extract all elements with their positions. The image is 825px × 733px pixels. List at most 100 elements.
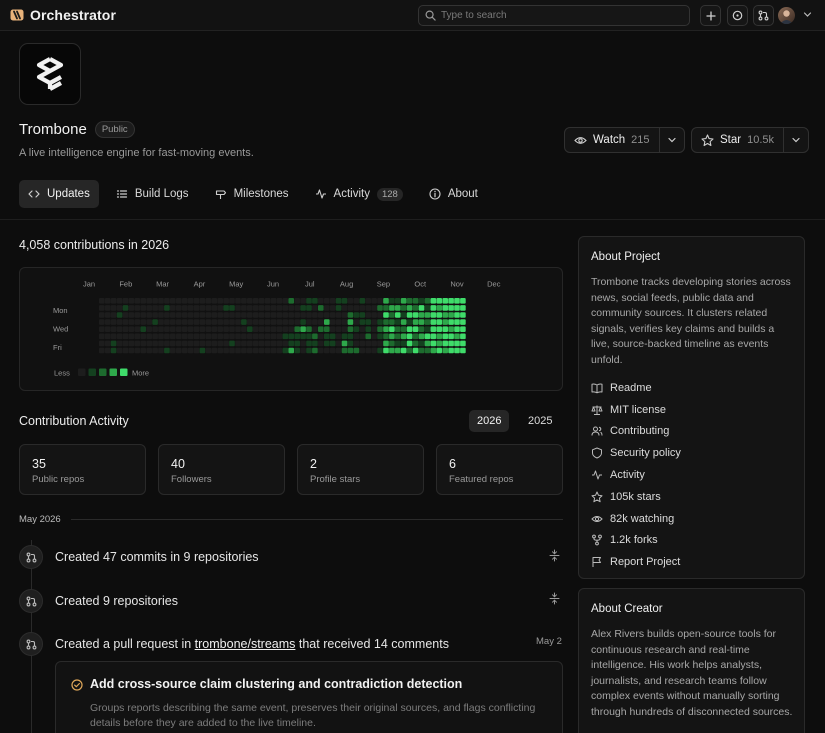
heatmap-cell[interactable] bbox=[324, 333, 330, 340]
heatmap-cell[interactable] bbox=[217, 326, 223, 332]
heatmap-cell[interactable] bbox=[371, 326, 377, 332]
heatmap-cell[interactable] bbox=[335, 305, 342, 311]
heatmap-cell[interactable] bbox=[430, 326, 437, 332]
heatmap-cell[interactable] bbox=[199, 312, 206, 318]
heatmap-cell[interactable] bbox=[193, 333, 200, 340]
heatmap-cell[interactable] bbox=[341, 312, 348, 318]
heatmap-cell[interactable] bbox=[442, 298, 448, 304]
heatmap-cell[interactable] bbox=[324, 312, 330, 318]
contributing-link[interactable]: Contributing bbox=[591, 421, 681, 443]
heatmap-cell[interactable] bbox=[400, 298, 407, 304]
heatmap-cell[interactable] bbox=[353, 340, 360, 347]
heatmap-cell[interactable] bbox=[329, 305, 336, 311]
heatmap-cell[interactable] bbox=[395, 305, 401, 311]
heatmap-cell[interactable] bbox=[152, 333, 158, 340]
heatmap-cell[interactable] bbox=[110, 312, 117, 318]
heatmap-cell[interactable] bbox=[347, 333, 354, 340]
heatmap-cell[interactable] bbox=[229, 333, 235, 340]
heatmap-cell[interactable] bbox=[247, 312, 253, 318]
heatmap-cell[interactable] bbox=[353, 326, 360, 332]
heatmap-cell[interactable] bbox=[418, 326, 425, 332]
stat-card-public-repos[interactable]: 35 Public repos bbox=[19, 444, 146, 495]
heatmap-cell[interactable] bbox=[211, 340, 218, 347]
heatmap-cell[interactable] bbox=[383, 326, 389, 332]
year-2026-button[interactable]: 2026 bbox=[469, 410, 510, 432]
pull-requests-button[interactable] bbox=[753, 5, 774, 26]
heatmap-cell[interactable] bbox=[418, 305, 425, 311]
heatmap-cell[interactable] bbox=[312, 319, 318, 325]
heatmap-cell[interactable] bbox=[294, 298, 300, 304]
heatmap-cell[interactable] bbox=[258, 333, 265, 340]
heatmap-cell[interactable] bbox=[99, 305, 105, 311]
heatmap-cell[interactable] bbox=[442, 347, 448, 354]
heatmap-cell[interactable] bbox=[282, 333, 289, 340]
heatmap-cell[interactable] bbox=[128, 298, 135, 304]
heatmap-cell[interactable] bbox=[217, 319, 223, 325]
heatmap-cell[interactable] bbox=[110, 298, 117, 304]
forks-link[interactable]: 1.2k forks bbox=[591, 530, 681, 552]
heatmap-cell[interactable] bbox=[104, 340, 111, 347]
heatmap-cell[interactable] bbox=[418, 347, 425, 354]
heatmap-cell[interactable] bbox=[187, 312, 194, 318]
heatmap-cell[interactable] bbox=[252, 326, 259, 332]
heatmap-cell[interactable] bbox=[217, 298, 223, 304]
heatmap-cell[interactable] bbox=[241, 312, 247, 318]
heatmap-cell[interactable] bbox=[395, 312, 401, 318]
heatmap-cell[interactable] bbox=[300, 326, 306, 332]
heatmap-cell[interactable] bbox=[199, 319, 206, 325]
heatmap-cell[interactable] bbox=[365, 312, 371, 318]
heatmap-cell[interactable] bbox=[454, 347, 460, 354]
heatmap-cell[interactable] bbox=[288, 347, 294, 354]
heatmap-cell[interactable] bbox=[146, 326, 152, 332]
heatmap-cell[interactable] bbox=[282, 340, 289, 347]
heatmap-cell[interactable] bbox=[276, 312, 283, 318]
heatmap-cell[interactable] bbox=[158, 312, 164, 318]
heatmap-cell[interactable] bbox=[193, 319, 200, 325]
heatmap-cell[interactable] bbox=[187, 319, 194, 325]
heatmap-cell[interactable] bbox=[412, 298, 419, 304]
heatmap-cell[interactable] bbox=[454, 298, 460, 304]
heatmap-cell[interactable] bbox=[181, 312, 188, 318]
heatmap-cell[interactable] bbox=[229, 319, 235, 325]
heatmap-cell[interactable] bbox=[152, 347, 158, 354]
heatmap-cell[interactable] bbox=[158, 333, 164, 340]
heatmap-cell[interactable] bbox=[436, 326, 442, 332]
heatmap-cell[interactable] bbox=[418, 298, 425, 304]
user-avatar[interactable] bbox=[778, 7, 795, 24]
heatmap-cell[interactable] bbox=[412, 333, 419, 340]
heatmap-cell[interactable] bbox=[282, 312, 289, 318]
heatmap-cell[interactable] bbox=[99, 340, 105, 347]
heatmap-cell[interactable] bbox=[324, 305, 330, 311]
heatmap-cell[interactable] bbox=[187, 340, 194, 347]
heatmap-cell[interactable] bbox=[389, 305, 395, 311]
heatmap-cell[interactable] bbox=[424, 319, 431, 325]
heatmap-cell[interactable] bbox=[241, 347, 247, 354]
heatmap-cell[interactable] bbox=[252, 298, 259, 304]
heatmap-cell[interactable] bbox=[223, 312, 229, 318]
license-link[interactable]: MIT license bbox=[591, 399, 681, 421]
heatmap-cell[interactable] bbox=[164, 298, 170, 304]
heatmap-cell[interactable] bbox=[241, 319, 247, 325]
heatmap-cell[interactable] bbox=[140, 326, 146, 332]
heatmap-cell[interactable] bbox=[199, 326, 206, 332]
heatmap-cell[interactable] bbox=[187, 347, 194, 354]
heatmap-cell[interactable] bbox=[211, 305, 218, 311]
heatmap-cell[interactable] bbox=[241, 326, 247, 332]
heatmap-cell[interactable] bbox=[282, 326, 289, 332]
heatmap-cell[interactable] bbox=[211, 333, 218, 340]
heatmap-cell[interactable] bbox=[282, 298, 289, 304]
heatmap-cell[interactable] bbox=[116, 333, 123, 340]
heatmap-cell[interactable] bbox=[377, 340, 383, 347]
heatmap-cell[interactable] bbox=[264, 340, 271, 347]
heatmap-cell[interactable] bbox=[300, 333, 306, 340]
heatmap-cell[interactable] bbox=[158, 305, 164, 311]
tab-build-logs[interactable]: Build Logs bbox=[107, 180, 198, 208]
heatmap-cell[interactable] bbox=[140, 333, 146, 340]
heatmap-cell[interactable] bbox=[383, 340, 389, 347]
heatmap-cell[interactable] bbox=[341, 333, 348, 340]
heatmap-cell[interactable] bbox=[134, 333, 141, 340]
heatmap-cell[interactable] bbox=[176, 305, 182, 311]
heatmap-cell[interactable] bbox=[430, 298, 437, 304]
heatmap-cell[interactable] bbox=[329, 347, 336, 354]
heatmap-cell[interactable] bbox=[134, 340, 141, 347]
